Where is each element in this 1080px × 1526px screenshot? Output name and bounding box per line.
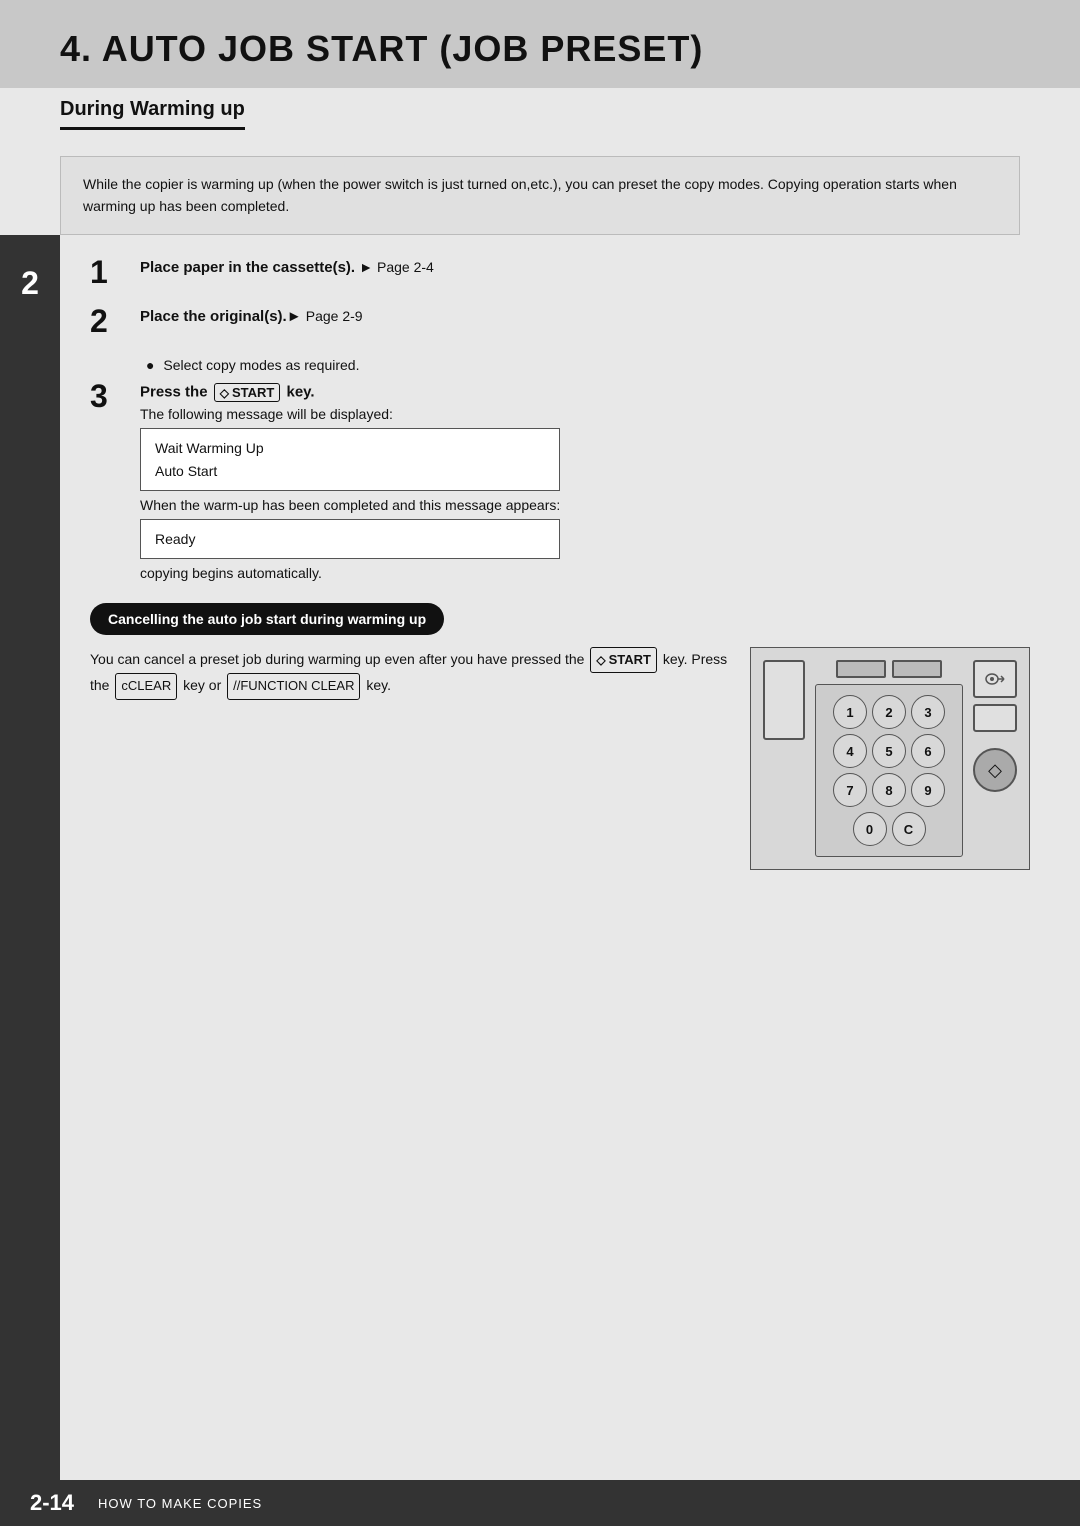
step-1-title: Place paper in the cassette(s). ► Page 2…: [140, 259, 1030, 276]
right-mid-slot: [973, 704, 1017, 732]
key-icon: [985, 672, 1005, 686]
key-row-3: 7 8 9: [824, 773, 954, 807]
keypad-left-panel: [763, 660, 805, 857]
keypad-right-panel: ◇: [973, 660, 1017, 857]
key-row-1: 1 2 3: [824, 695, 954, 729]
key-row-4: 0 C: [824, 812, 954, 846]
cancel-body: You can cancel a preset job during warmi…: [90, 647, 1030, 870]
start-key-text: START: [232, 385, 274, 400]
section-heading: During Warming up: [60, 98, 245, 130]
message-box-warmup: Wait Warming Up Auto Start: [140, 428, 560, 491]
page: 4. AUTO JOB START (JOB PRESET) During Wa…: [0, 0, 1080, 1526]
key-0[interactable]: 0: [853, 812, 887, 846]
start-diamond-icon: ◇: [220, 386, 229, 400]
keypad-top-indicators: [815, 660, 963, 678]
step-1-page-ref: ► Page 2-4: [359, 259, 434, 275]
step-2-number: 2: [90, 304, 130, 339]
footer-label: HOW TO MAKE COPIES: [98, 1496, 262, 1511]
keypad-diagram: 1 2 3 4 5 6 7: [750, 647, 1030, 870]
section-heading-area: During Warming up: [0, 88, 1080, 138]
indicator-slot-1: [836, 660, 886, 678]
cancel-text3: key or: [183, 677, 225, 693]
cancel-clear-key-text: cCLEAR: [121, 675, 171, 697]
cancel-clear-key: cCLEAR: [115, 673, 177, 699]
key-9[interactable]: 9: [911, 773, 945, 807]
step-1-content: Place paper in the cassette(s). ► Page 2…: [140, 259, 1030, 280]
footer-page-number: 2-14: [30, 1490, 74, 1516]
msg-warmup-line2: Auto Start: [155, 460, 545, 482]
indicator-slot-2: [892, 660, 942, 678]
key-c[interactable]: C: [892, 812, 926, 846]
cancel-text4: key.: [366, 677, 391, 693]
cancel-func-key: //FUNCTION CLEAR: [227, 673, 360, 699]
step-1-number: 1: [90, 255, 130, 290]
right-top-slot: [973, 660, 1017, 698]
key-1[interactable]: 1: [833, 695, 867, 729]
cancel-header: Cancelling the auto job start during war…: [90, 603, 444, 635]
page-title: 4. AUTO JOB START (JOB PRESET): [60, 28, 1020, 70]
cancel-start-key: ◇ START: [590, 647, 657, 673]
msg-ready: Ready: [155, 528, 545, 550]
content-area: 2 1 Place paper in the cassette(s). ► Pa…: [0, 235, 1080, 1480]
key-5[interactable]: 5: [872, 734, 906, 768]
step-3-title: Press the ◇ START key.: [140, 383, 1030, 402]
step-1-title-bold: Place paper in the cassette(s).: [140, 259, 355, 276]
start-button-icon[interactable]: ◇: [973, 748, 1017, 792]
paper-slot-icon: [763, 660, 805, 740]
step-2: 2 Place the original(s).► Page 2-9: [90, 308, 1030, 339]
cancel-start-key-text: START: [609, 649, 651, 671]
step-3-content: Press the ◇ START key. The following mes…: [140, 383, 1030, 585]
key-3[interactable]: 3: [911, 695, 945, 729]
cancel-start-diamond-icon: ◇: [596, 650, 605, 670]
key-6[interactable]: 6: [911, 734, 945, 768]
cancel-text1: You can cancel a preset job during warmi…: [90, 651, 588, 667]
key-4[interactable]: 4: [833, 734, 867, 768]
chapter-number: 2: [21, 265, 39, 302]
key-row-2: 4 5 6: [824, 734, 954, 768]
step-3-title-prefix: Press the: [140, 384, 212, 401]
step-2-title: Place the original(s).► Page 2-9: [140, 308, 1030, 325]
step-2-page-ref: Page 2-9: [306, 308, 363, 324]
main-content: 1 Place paper in the cassette(s). ► Page…: [60, 235, 1080, 1480]
step-2-title-bold: Place the original(s).►: [140, 308, 302, 325]
step-3-note3: copying begins automatically.: [140, 565, 1030, 581]
bullet-item: Select copy modes as required.: [146, 357, 1030, 373]
keypad-main-panel: 1 2 3 4 5 6 7: [815, 660, 963, 857]
cancel-text: You can cancel a preset job during warmi…: [90, 647, 730, 699]
key-7[interactable]: 7: [833, 773, 867, 807]
message-box-ready: Ready: [140, 519, 560, 559]
intro-text: While the copier is warming up (when the…: [83, 176, 957, 214]
footer: 2-14 HOW TO MAKE COPIES: [0, 1480, 1080, 1526]
step-3-note1: The following message will be displayed:: [140, 406, 1030, 422]
step-3-number: 3: [90, 379, 130, 414]
step-2-content: Place the original(s).► Page 2-9: [140, 308, 1030, 329]
step-3-title-suffix: key.: [287, 384, 315, 401]
step-3-note2: When the warm-up has been completed and …: [140, 497, 1030, 513]
intro-box: While the copier is warming up (when the…: [60, 156, 1020, 235]
step-1: 1 Place paper in the cassette(s). ► Page…: [90, 259, 1030, 290]
msg-warmup-line1: Wait Warming Up: [155, 437, 545, 459]
cancel-section: Cancelling the auto job start during war…: [90, 603, 1030, 870]
bullet-text: Select copy modes as required.: [163, 357, 359, 373]
title-bar: 4. AUTO JOB START (JOB PRESET): [0, 0, 1080, 88]
key-2[interactable]: 2: [872, 695, 906, 729]
keypad-grid: 1 2 3 4 5 6 7: [815, 684, 963, 857]
key-8[interactable]: 8: [872, 773, 906, 807]
cancel-func-key-text: //FUNCTION CLEAR: [233, 675, 354, 697]
start-key-label: ◇ START: [214, 383, 281, 402]
start-diamond-symbol: ◇: [988, 760, 1002, 781]
step-3: 3 Press the ◇ START key. The following m…: [90, 383, 1030, 585]
chapter-sidebar: 2: [0, 235, 60, 1480]
